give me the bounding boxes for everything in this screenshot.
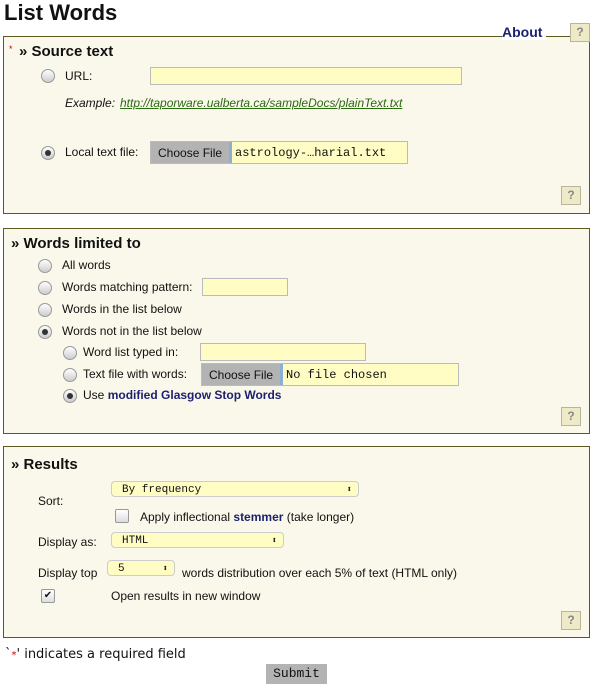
text-file-radio[interactable]: [63, 368, 77, 382]
help-button[interactable]: ?: [561, 611, 581, 630]
glasgow-link[interactable]: modified Glasgow Stop Words: [108, 388, 282, 402]
option-label: All words: [62, 258, 111, 272]
words-limited-heading: » Words limited to: [11, 235, 141, 252]
submit-button[interactable]: Submit: [266, 664, 327, 684]
example-label: Example:: [65, 96, 116, 110]
display-value: HTML: [122, 535, 149, 547]
source-text-heading: » Source text: [19, 43, 114, 60]
url-input[interactable]: [150, 67, 462, 85]
url-radio[interactable]: [41, 69, 55, 83]
select-arrows-icon: ⬍: [271, 536, 277, 546]
local-file-input[interactable]: Choose File astrology-…harial.txt: [150, 141, 408, 164]
example-link[interactable]: http://taporware.ualberta.ca/sampleDocs/…: [120, 96, 402, 110]
option-label: Words not in the list below: [62, 324, 202, 338]
sort-label: Sort:: [38, 494, 64, 508]
option-label: Word list typed in:: [83, 345, 179, 359]
stemmer-link[interactable]: stemmer: [233, 510, 283, 524]
word-list-input[interactable]: [200, 343, 366, 361]
file-name: No file chosen: [286, 368, 387, 382]
pattern-input[interactable]: [202, 278, 288, 296]
option-label: Text file with words:: [83, 367, 188, 381]
local-file-label: Local text file:: [65, 145, 139, 159]
option-label: Words matching pattern:: [62, 280, 193, 294]
option-label: Use modified Glasgow Stop Words: [83, 388, 281, 402]
sort-select[interactable]: By frequency ⬍: [111, 481, 359, 497]
new-window-checkbox[interactable]: ✔: [41, 589, 55, 603]
required-note: `*' indicates a required field: [5, 647, 186, 662]
display-top-select[interactable]: 5 ⬍: [107, 560, 175, 576]
stemmer-label: Apply inflectional stemmer (take longer): [140, 510, 354, 524]
file-name: astrology-…harial.txt: [235, 146, 387, 160]
choose-file-button[interactable]: Choose File: [202, 364, 284, 385]
url-label: URL:: [65, 69, 93, 83]
about-link[interactable]: About: [502, 24, 547, 40]
display-top-label: Display top: [38, 566, 98, 580]
help-button[interactable]: ?: [561, 407, 581, 426]
all-words-radio[interactable]: [38, 259, 52, 273]
stemmer-checkbox[interactable]: [115, 509, 129, 523]
new-window-label: Open results in new window: [111, 589, 261, 603]
sort-value: By frequency: [122, 484, 202, 496]
option-label: Words in the list below: [62, 302, 182, 316]
matching-pattern-radio[interactable]: [38, 281, 52, 295]
stemmer-pre: Apply inflectional: [140, 510, 234, 524]
display-as-label: Display as:: [38, 535, 97, 549]
source-text-panel: [3, 36, 590, 214]
select-arrows-icon: ⬍: [346, 485, 352, 495]
help-button[interactable]: ?: [561, 186, 581, 205]
word-list-typed-radio[interactable]: [63, 346, 77, 360]
required-mark: *: [9, 44, 13, 54]
page-title: List Words: [4, 0, 118, 25]
results-heading: » Results: [11, 456, 78, 473]
glasgow-radio[interactable]: [63, 389, 77, 403]
in-list-radio[interactable]: [38, 303, 52, 317]
note-post: ' indicates a required field: [16, 647, 186, 662]
select-arrows-icon: ⬍: [162, 564, 168, 574]
top-value: 5: [118, 563, 125, 575]
choose-file-button[interactable]: Choose File: [151, 142, 233, 163]
use-label: Use: [83, 388, 108, 402]
display-top-suffix: words distribution over each 5% of text …: [182, 566, 457, 580]
word-file-input[interactable]: Choose File No file chosen: [201, 363, 459, 386]
help-button[interactable]: ?: [570, 23, 590, 42]
local-file-radio[interactable]: [41, 146, 55, 160]
display-as-select[interactable]: HTML ⬍: [111, 532, 284, 548]
stemmer-post: (take longer): [283, 510, 355, 524]
not-in-list-radio[interactable]: [38, 325, 52, 339]
